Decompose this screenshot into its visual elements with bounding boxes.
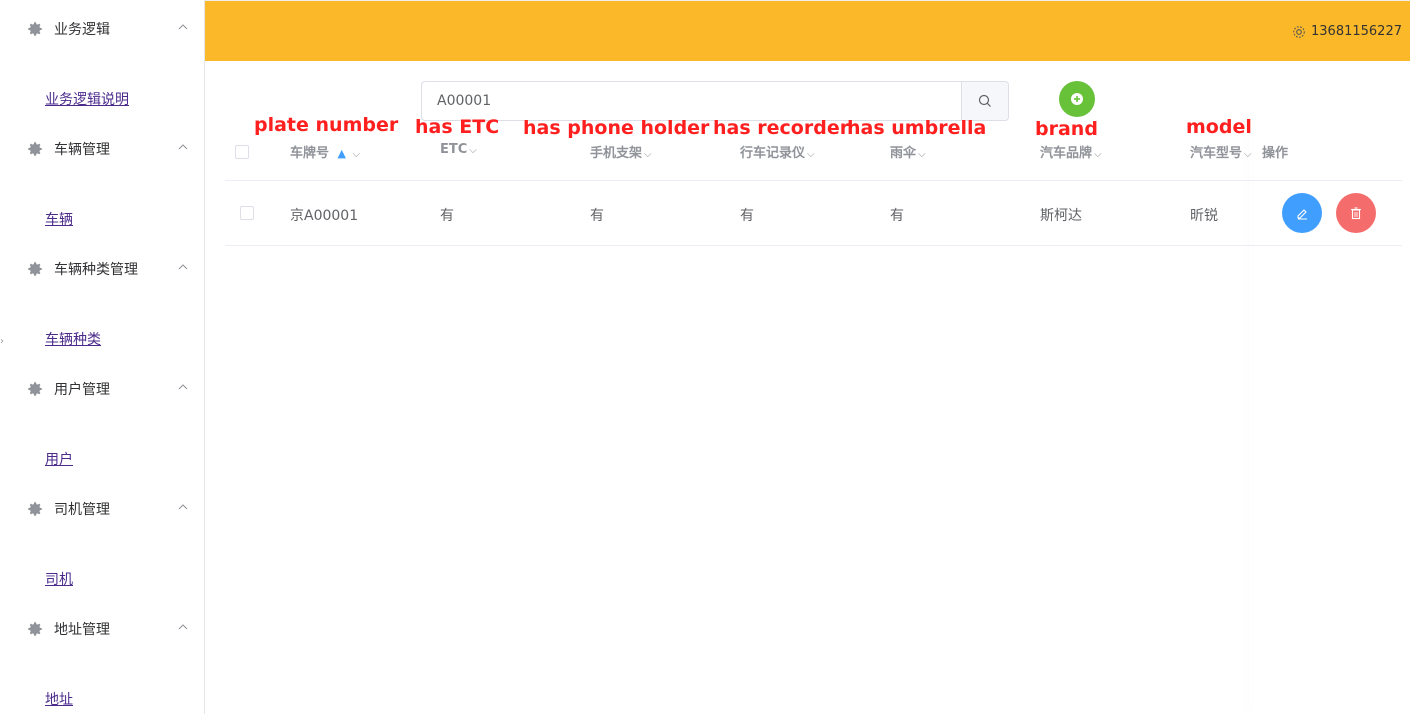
column-header-brand[interactable]: 汽车品牌 ⌵ <box>1040 142 1102 161</box>
column-header-label: 雨伞 <box>890 146 917 161</box>
chevron-down-icon[interactable]: ⌵ <box>807 149 815 160</box>
cell-model: 昕锐 <box>1190 208 1218 224</box>
column-header-etc[interactable]: ETC ⌵ <box>440 142 477 157</box>
menu-group-title: 用户管理 <box>54 382 110 398</box>
chevron-up-icon <box>178 504 188 510</box>
column-header-label: 汽车型号 <box>1190 146 1243 161</box>
menu-group-title: 业务逻辑 <box>54 22 110 38</box>
column-header-operations: 操作 <box>1262 142 1288 161</box>
cell-recorder: 有 <box>740 208 754 224</box>
menu-link-address[interactable]: 地址 <box>45 689 73 709</box>
menu-group-title: 车辆管理 <box>54 142 110 158</box>
column-header-label: 行车记录仪 <box>740 146 806 161</box>
edit-icon <box>1297 209 1307 220</box>
search-button[interactable] <box>961 82 1008 120</box>
chevron-down-icon[interactable]: ⌵ <box>918 149 926 160</box>
annotation-has-etc: has ETC <box>415 116 500 138</box>
column-header-umbrella[interactable]: 雨伞 ⌵ <box>890 142 926 161</box>
gear-icon <box>28 142 42 156</box>
column-header-model[interactable]: 汽车型号 ⌵ <box>1190 142 1252 161</box>
column-header-label: 操作 <box>1262 146 1289 161</box>
user-account[interactable]: 13681156227 <box>1311 24 1402 39</box>
menu-group-business-logic[interactable]: 业务逻辑 <box>26 1 196 57</box>
gear-icon <box>28 502 42 516</box>
column-header-label: 车牌号 <box>290 146 330 161</box>
cell-plate: 京A00001 <box>290 208 359 224</box>
menu-group-vehicle-management[interactable]: 车辆管理 <box>26 121 196 177</box>
menu-group-driver-management[interactable]: 司机管理 <box>26 481 196 537</box>
table-row: 京A00001 有 有 有 有 斯柯达 昕锐 <box>225 181 1402 246</box>
menu-group-vehicle-type-management[interactable]: 车辆种类管理 <box>26 241 196 297</box>
chevron-down-icon[interactable]: ⌵ <box>1094 149 1102 160</box>
menu-link-driver[interactable]: 司机 <box>45 569 73 589</box>
column-header-plate[interactable]: 车牌号 ▲ ⌵ <box>290 142 360 161</box>
chevron-up-icon <box>178 384 188 390</box>
delete-button[interactable] <box>1336 193 1376 233</box>
menu-group-user-management[interactable]: 用户管理 <box>26 361 196 417</box>
chevron-down-icon[interactable]: ⌵ <box>469 145 477 156</box>
column-header-label: ETC <box>440 142 468 157</box>
edit-button[interactable] <box>1282 193 1322 233</box>
menu-group-address-management[interactable]: 地址管理 <box>26 601 196 657</box>
search-box <box>421 81 1009 121</box>
search-icon <box>978 94 991 107</box>
annotation-has-recorder: has recorder <box>713 117 850 139</box>
menu-group-title: 车辆种类管理 <box>54 262 138 278</box>
add-button[interactable] <box>1059 81 1095 117</box>
select-all-checkbox[interactable] <box>235 145 249 159</box>
top-bar: 13681156227 <box>205 0 1410 61</box>
gear-icon <box>28 382 42 396</box>
column-header-label: 汽车品牌 <box>1040 146 1093 161</box>
cell-umbrella: 有 <box>890 208 904 224</box>
menu-link-vehicle[interactable]: 车辆 <box>45 209 73 229</box>
chevron-down-icon[interactable]: ⌵ <box>644 149 652 160</box>
sort-icon[interactable]: ▲ <box>338 147 346 160</box>
chevron-up-icon <box>178 24 188 30</box>
menu-link-vehicle-type[interactable]: 车辆种类 <box>45 329 101 349</box>
annotation-brand: brand <box>1035 118 1098 140</box>
chevron-down-icon[interactable]: ⌵ <box>353 149 361 160</box>
chevron-up-icon <box>178 624 188 630</box>
column-header-label: 手机支架 <box>590 146 643 161</box>
column-header-recorder[interactable]: 行车记录仪 ⌵ <box>740 142 815 161</box>
delete-icon <box>1351 207 1361 220</box>
row-checkbox[interactable] <box>240 206 254 220</box>
gear-icon <box>28 22 42 36</box>
fixed-column-shadow <box>1251 122 1252 714</box>
search-input[interactable] <box>422 82 962 120</box>
cell-brand: 斯柯达 <box>1040 208 1082 224</box>
annotation-has-phone-holder: has phone holder <box>523 117 710 139</box>
column-header-phone-holder[interactable]: 手机支架 ⌵ <box>590 142 652 161</box>
menu-group-title: 地址管理 <box>54 622 110 638</box>
sidebar: 业务逻辑 业务逻辑说明 车辆管理 车辆 车辆种类管理 车辆种类 用户管理 用户 … <box>4 0 205 714</box>
gear-icon <box>28 622 42 636</box>
settings-icon[interactable] <box>1292 25 1306 39</box>
chevron-up-icon <box>178 144 188 150</box>
cell-phone-holder: 有 <box>590 208 604 224</box>
cell-etc: 有 <box>440 208 454 224</box>
annotation-has-umbrella: has umbrella <box>847 117 987 139</box>
menu-link-user[interactable]: 用户 <box>45 449 73 469</box>
menu-link-business-logic-doc[interactable]: 业务逻辑说明 <box>45 89 129 109</box>
menu-group-title: 司机管理 <box>54 502 110 518</box>
annotation-model: model <box>1186 116 1252 138</box>
chevron-up-icon <box>178 264 188 270</box>
plus-circle-icon <box>1071 93 1083 105</box>
gear-icon <box>28 262 42 276</box>
annotation-plate-number: plate number <box>254 114 399 136</box>
